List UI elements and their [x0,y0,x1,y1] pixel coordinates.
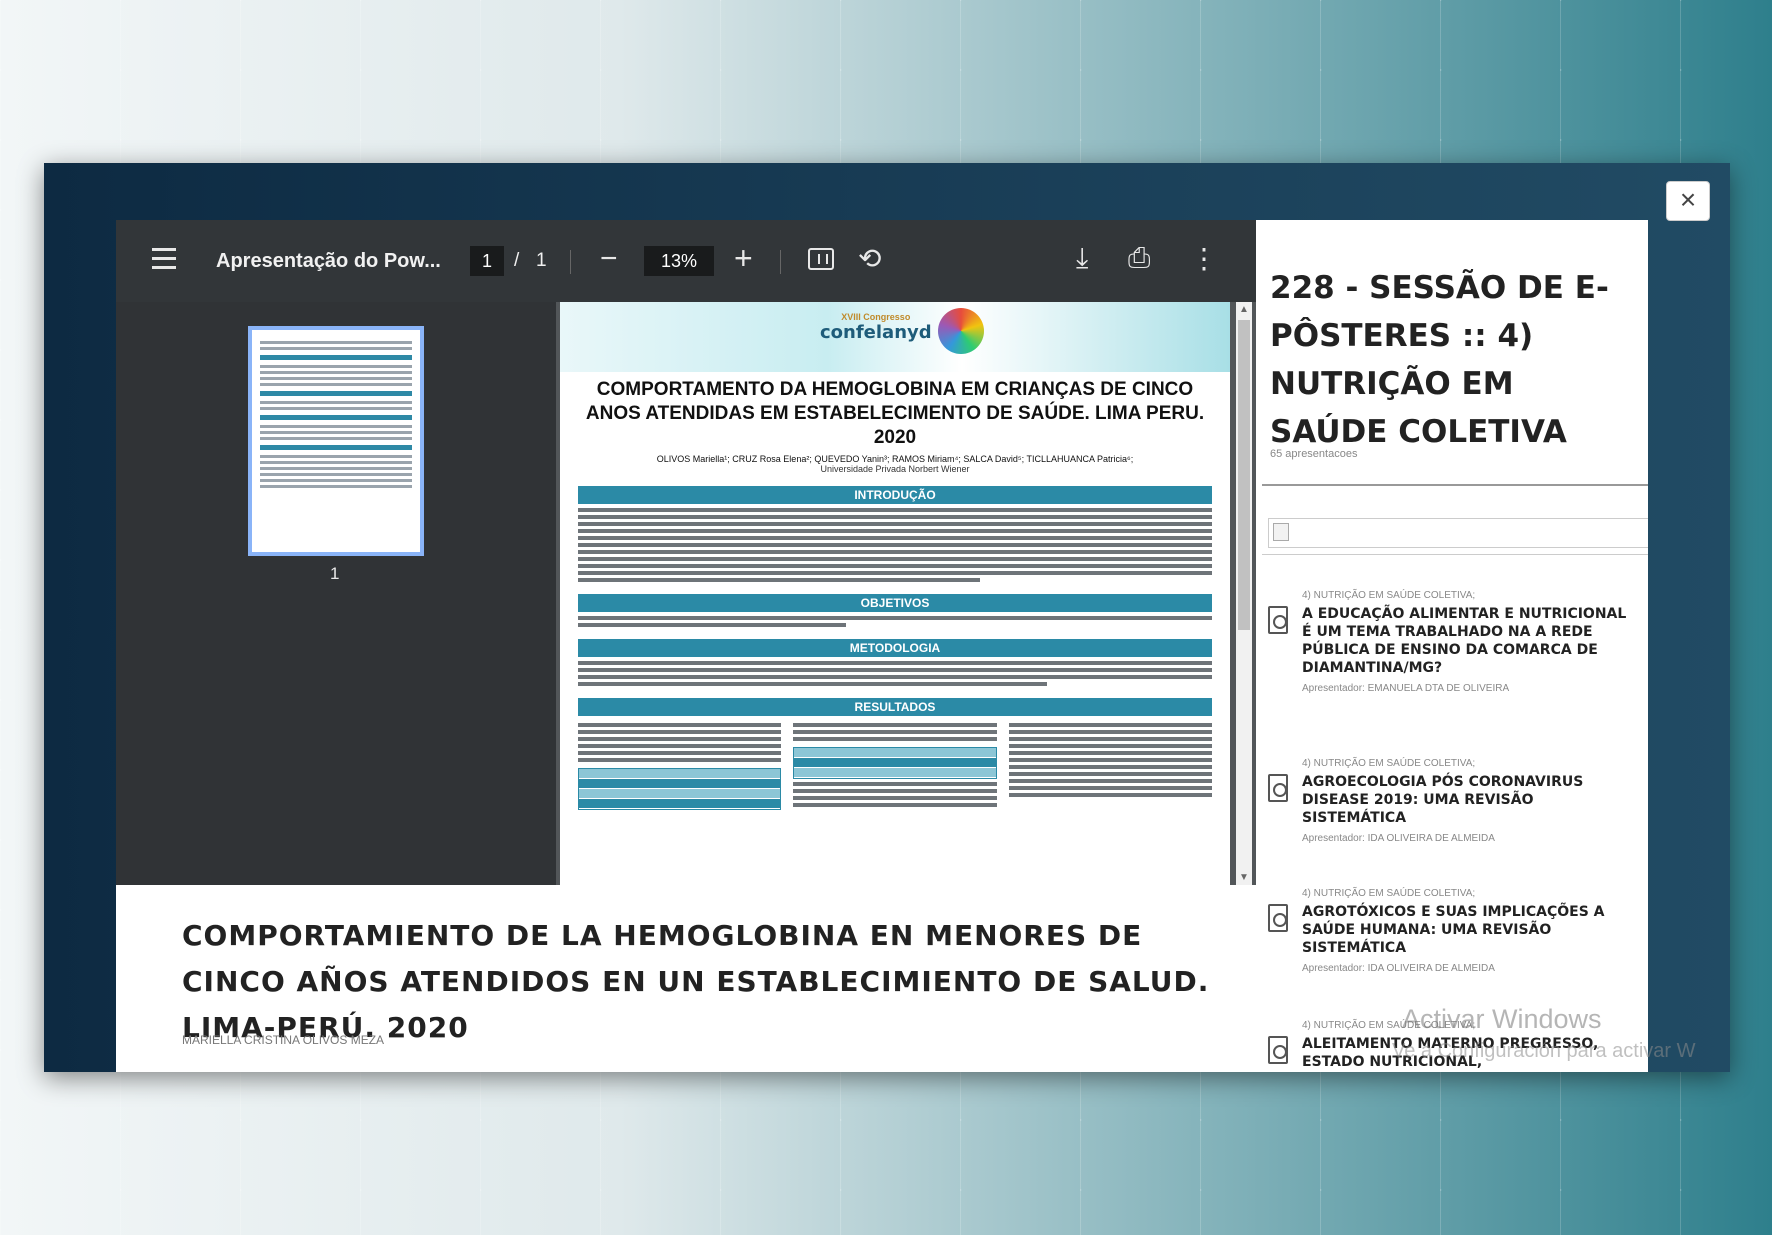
presentation-presenter: Apresentador: EMANUELA DTA DE OLIVEIRA [1302,683,1510,694]
thumbnail-page-number: 1 [330,564,340,583]
scroll-up-icon[interactable]: ▲ [1238,304,1250,315]
poster-authors: OLIVOS Mariella¹; CRUZ Rosa Elena²; QUEV… [656,454,1134,464]
zoom-in-icon[interactable]: + [734,240,753,277]
pdf-toolbar: Apresentação do Pow... 1 / 1 − 13% + ⟲ ⤓… [116,220,1256,302]
pdf-icon [1268,774,1288,802]
caption-author: MARIELLA CRISTINA OLIVOS MEZA [182,1033,385,1047]
session-title: 228 - SESSÃO DE E-PÔSTERES :: 4) NUTRIÇÃ… [1270,270,1609,450]
congress-label: XVIII Congresso [841,312,911,322]
presentation-item[interactable]: 4) NUTRIÇÃO EM SAÚDE COLETIVA; A EDUCAÇÃ… [1268,590,1638,694]
zoom-input[interactable]: 13% [644,246,714,276]
session-sidebar: 228 - SESSÃO DE E-PÔSTERES :: 4) NUTRIÇÃ… [1256,220,1648,1072]
section-methodology: METODOLOGIA [578,639,1212,657]
congress-name: confelanyd [820,322,932,343]
poster-title: COMPORTAMENTO DA HEMOGLOBINA EM CRIANÇAS… [585,379,1205,448]
fit-page-icon[interactable] [808,248,834,270]
modal-dialog: × Apresentação do Pow... 1 / 1 − 13% + ⟲… [44,163,1730,1072]
presentation-title[interactable]: A EDUCAÇÃO ALIMENTAR E NUTRICIONAL É UM … [1302,605,1638,677]
presentation-title[interactable]: AGROTÓXICOS E SUAS IMPLICAÇÕES A SAÚDE H… [1302,903,1638,957]
section-objectives: OBJETIVOS [578,594,1212,612]
congress-logo-mark [938,308,984,354]
pdf-icon [1268,904,1288,932]
page-area: XVIII Congresso confelanyd COMPORTAMENTO… [556,302,1256,885]
presentation-title[interactable]: AGROECOLOGIA PÓS CORONAVIRUS DISEASE 201… [1302,773,1638,827]
presentation-item[interactable]: 4) NUTRIÇÃO EM SAÚDE COLETIVA; AGROTÓXIC… [1268,888,1638,974]
pdf-icon [1268,1036,1288,1064]
page-separator: / [514,250,520,271]
toolbar-divider [570,250,571,274]
presentation-category: 4) NUTRIÇÃO EM SAÚDE COLETIVA; [1302,590,1476,601]
rotate-icon[interactable]: ⟲ [858,242,881,275]
section-introduction: INTRODUÇÃO [578,486,1212,504]
close-button[interactable]: × [1666,181,1710,221]
introduction-text [560,508,1230,582]
broken-image [1268,518,1648,548]
pdf-icon [1268,606,1288,634]
results-column [793,720,997,810]
broken-image-icon [1273,523,1289,541]
session-count: 65 apresentacoes [1270,448,1358,460]
divider [1262,484,1648,486]
scrollbar-thumb[interactable] [1238,320,1250,630]
results-column [1008,720,1212,810]
results-table [793,747,997,779]
presentation-category: 4) NUTRIÇÃO EM SAÚDE COLETIVA; [1302,758,1476,769]
poster-caption: COMPORTAMIENTO DE LA HEMOGLOBINA EN MENO… [116,885,1256,1072]
pdf-viewer: Apresentação do Pow... 1 / 1 − 13% + ⟲ ⤓… [116,220,1256,885]
page-total: 1 [536,250,547,271]
poster-institution: Universidade Privada Norbert Wiener [820,464,970,474]
page-thumbnail[interactable] [248,326,424,556]
menu-icon[interactable] [152,248,176,269]
activation-watermark-subtitle: Ve a Configuración para activar W [1392,1040,1696,1062]
toolbar-divider [780,250,781,274]
zoom-out-icon[interactable]: − [600,242,618,276]
more-options-icon[interactable]: ⋮ [1190,242,1218,275]
activation-watermark: Activar Windows [1402,1004,1602,1034]
caption-title: COMPORTAMIENTO DE LA HEMOGLOBINA EN MENO… [182,919,1210,1044]
methodology-text [560,661,1230,686]
congress-logo: XVIII Congresso confelanyd [820,312,932,343]
presentation-category: 4) NUTRIÇÃO EM SAÚDE COLETIVA; [1302,888,1476,899]
presentation-presenter: Apresentador: IDA OLIVEIRA DE ALMEIDA [1302,963,1495,974]
presentation-presenter: Apresentador: IDA OLIVEIRA DE ALMEIDA [1302,833,1495,844]
thumbnail-panel: 1 [116,302,556,885]
divider [1262,554,1648,555]
section-results: RESULTADOS [578,698,1212,716]
scroll-down-icon[interactable]: ▼ [1238,872,1250,883]
results-table [578,768,782,810]
page-number-input[interactable]: 1 [470,246,504,276]
presentation-item[interactable]: 4) NUTRIÇÃO EM SAÚDE COLETIVA; AGROECOLO… [1268,758,1638,844]
poster-header: XVIII Congresso confelanyd [560,302,1230,372]
results-columns [578,720,1212,810]
results-column [578,720,782,810]
document-title: Apresentação do Pow... [216,250,441,272]
poster-page: XVIII Congresso confelanyd COMPORTAMENTO… [560,302,1230,885]
print-icon[interactable]: ⎙ [1128,242,1150,275]
objectives-text [560,616,1230,627]
download-icon[interactable]: ⤓ [1076,242,1088,275]
